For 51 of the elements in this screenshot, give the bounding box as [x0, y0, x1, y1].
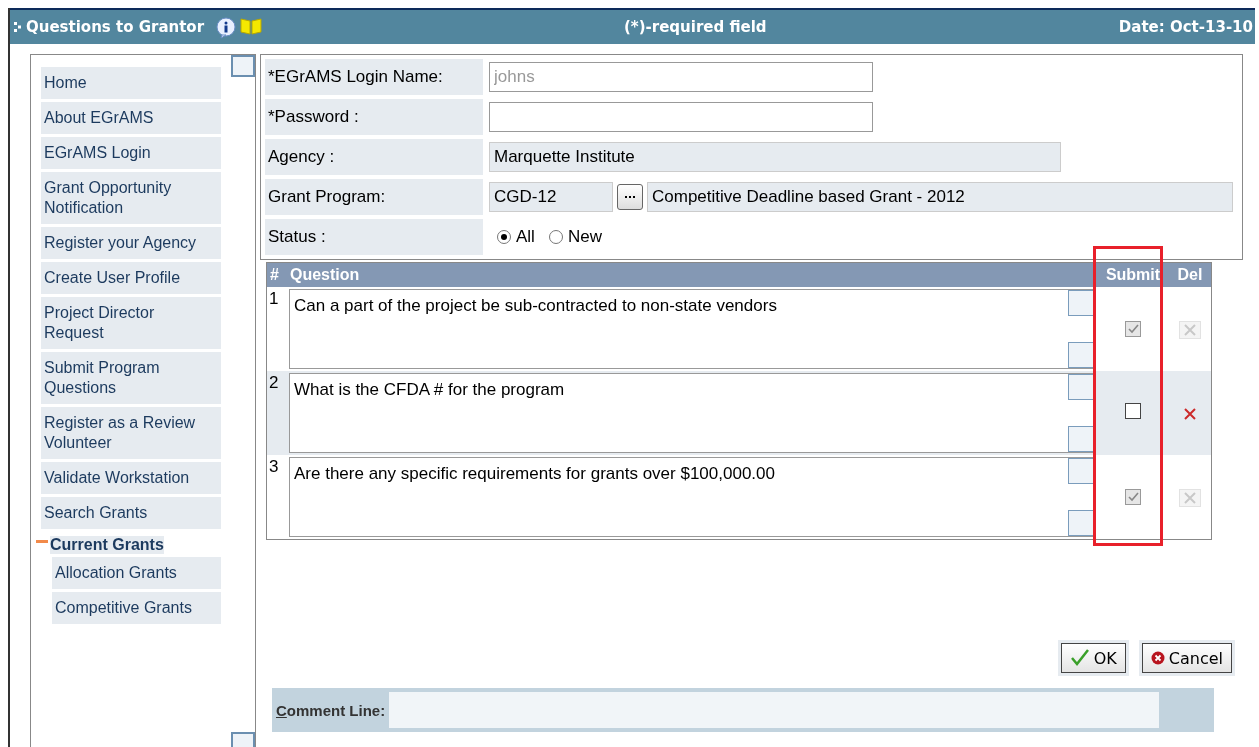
sidebar-item[interactable]: EGrAMS Login: [41, 137, 221, 169]
question-field[interactable]: What is the CFDA # for the program: [289, 373, 1095, 453]
bullet-icon: [14, 21, 22, 33]
sidebar-item[interactable]: About EGrAMS: [41, 102, 221, 134]
row-number: 1: [269, 289, 279, 308]
sidebar-item[interactable]: Search Grants: [41, 497, 221, 529]
field-label: Status :: [265, 219, 483, 255]
submit-checkbox[interactable]: [1125, 402, 1141, 419]
ellipsis-icon: [624, 195, 636, 199]
required-field-note: (*)-required field: [624, 18, 767, 36]
radio-label: All: [516, 227, 535, 247]
lookup-button[interactable]: [617, 184, 643, 210]
sidebar-group[interactable]: Current Grants: [50, 536, 164, 554]
column-header: Submit: [1097, 262, 1169, 287]
sidebar-item[interactable]: Project Director Request: [41, 297, 221, 349]
field-label: Grant Program:: [265, 179, 483, 215]
cancel-icon: [1150, 651, 1165, 665]
sidebar-item[interactable]: Home: [41, 67, 221, 99]
comment-label: Comment Line:: [276, 701, 386, 719]
column-header: Del: [1169, 262, 1212, 287]
sidebar-item[interactable]: Submit Program Questions: [41, 352, 221, 404]
password-field[interactable]: [489, 102, 873, 132]
sidebar-item[interactable]: Competitive Grants: [52, 592, 221, 624]
row-number: 3: [269, 457, 279, 476]
cancel-button[interactable]: Cancel: [1141, 643, 1232, 673]
scroll-up-button[interactable]: [231, 55, 255, 77]
page-title: Questions to Grantor: [26, 18, 205, 36]
row-number: 2: [269, 373, 279, 392]
sidebar-item[interactable]: Grant Opportunity Notification: [41, 172, 221, 224]
comment-field[interactable]: [389, 692, 1160, 728]
date-label: Date: Oct-13-10: [1118, 18, 1253, 36]
sidebar-item[interactable]: Allocation Grants: [52, 557, 221, 589]
sidebar-item[interactable]: Register as a Review Volunteer: [41, 407, 221, 459]
sidebar-item[interactable]: Create User Profile: [41, 262, 221, 294]
sidebar-item[interactable]: Validate Workstation: [41, 462, 221, 494]
field-label: Agency :: [265, 139, 483, 175]
ok-button[interactable]: OK: [1060, 643, 1126, 673]
sidebar-item[interactable]: Register your Agency: [41, 227, 221, 259]
radio-button[interactable]: [497, 230, 511, 244]
program-name-field: Competitive Deadline based Grant - 2012: [647, 182, 1233, 212]
field-label: *EGrAMS Login Name:: [265, 59, 483, 95]
column-header: #: [266, 262, 287, 287]
radio-label: New: [567, 227, 602, 247]
agency-field: Marquette Institute: [489, 142, 1061, 172]
field-label: *Password :: [265, 99, 483, 135]
radio-button[interactable]: [548, 230, 563, 244]
program-code-field: CGD-12: [489, 182, 613, 212]
column-header: Question: [287, 262, 1097, 287]
collapse-icon[interactable]: [36, 539, 48, 543]
info-icon[interactable]: [216, 16, 237, 39]
checkmark-icon: [1069, 649, 1090, 667]
